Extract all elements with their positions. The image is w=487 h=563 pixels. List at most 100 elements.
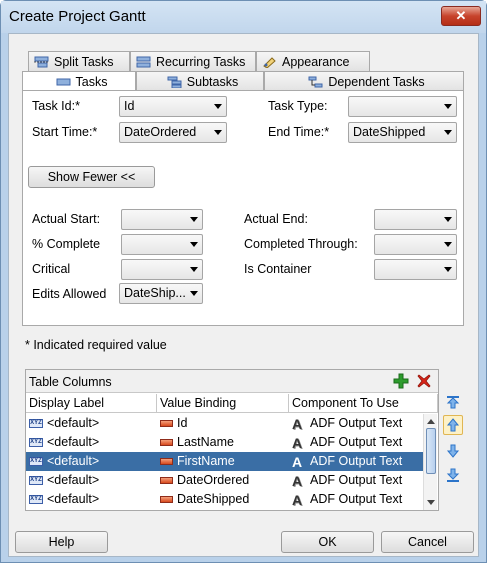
critical-combo[interactable] [121, 259, 203, 280]
table-row[interactable]: XYZ <default> FirstName A ADF Output Text [26, 452, 423, 471]
component-text: ADF Output Text [310, 416, 403, 430]
pct-complete-combo[interactable] [121, 234, 203, 255]
cancel-button[interactable]: Cancel [381, 531, 474, 553]
chevron-down-icon [444, 242, 452, 247]
text-field-icon: XYZ [29, 457, 43, 466]
task-id-combo[interactable]: Id [119, 96, 227, 117]
display-label-cell[interactable]: XYZ <default> [29, 414, 99, 433]
edits-allowed-combo[interactable]: DateShip... [119, 283, 203, 304]
tab-subtasks[interactable]: Subtasks [136, 71, 264, 91]
tab-dependent-tasks[interactable]: Dependent Tasks [264, 71, 464, 91]
move-bottom-icon[interactable] [445, 467, 461, 483]
column-header-display-label[interactable]: Display Label [26, 394, 157, 413]
scroll-down-icon[interactable] [427, 500, 435, 505]
chevron-down-icon [444, 104, 452, 109]
table-columns-panel: Table Columns Display Label Value Bindin… [25, 369, 439, 511]
is-container-combo[interactable] [374, 259, 457, 280]
value-binding-text: Id [177, 416, 188, 430]
text-field-icon: XYZ [29, 438, 43, 447]
column-header-value-binding[interactable]: Value Binding [157, 394, 289, 413]
display-label-cell[interactable]: XYZ <default> [29, 490, 99, 509]
scroll-up-icon[interactable] [427, 419, 435, 424]
dialog-client-area: Split Tasks Recurring Tasks Appearance T… [8, 33, 479, 557]
end-time-combo[interactable]: DateShipped [348, 122, 457, 143]
add-icon[interactable] [393, 373, 409, 389]
binding-icon [160, 458, 173, 465]
table-row[interactable]: XYZ <default> DateShipped A ADF Output Text [26, 490, 423, 509]
actual-start-combo[interactable] [121, 209, 203, 230]
tasks-icon [56, 78, 71, 85]
scrollbar-thumb[interactable] [426, 428, 436, 474]
text-field-icon: XYZ [29, 476, 43, 485]
move-up-button[interactable] [443, 415, 463, 435]
title-bar: Create Project Gantt ✕ [1, 1, 486, 33]
recurring-tasks-icon [136, 56, 151, 67]
ok-button[interactable]: OK [281, 531, 374, 553]
dependent-tasks-icon [308, 76, 323, 87]
tab-label: Split Tasks [54, 54, 114, 69]
binding-icon [160, 420, 173, 427]
component-text: ADF Output Text [310, 492, 403, 506]
table-row[interactable]: XYZ <default> DateOrdered A ADF Output Text [26, 471, 423, 490]
appearance-icon [263, 56, 276, 68]
text-field-icon: XYZ [29, 495, 43, 504]
display-label-cell[interactable]: XYZ <default> [29, 433, 99, 452]
component-cell[interactable]: A ADF Output Text [292, 452, 402, 471]
tab-label: Dependent Tasks [328, 74, 425, 89]
start-time-combo[interactable]: DateOrdered [119, 122, 227, 143]
component-cell[interactable]: A ADF Output Text [292, 471, 402, 490]
window-title: Create Project Gantt [9, 8, 146, 25]
tab-label: Recurring Tasks [156, 54, 246, 69]
binding-icon [160, 439, 173, 446]
end-time-label: End Time:* [268, 125, 330, 139]
component-cell[interactable]: A ADF Output Text [292, 414, 402, 433]
value-binding-text: DateShipped [177, 492, 250, 506]
tab-split-tasks[interactable]: Split Tasks [28, 51, 130, 71]
chevron-down-icon [444, 267, 452, 272]
tab-appearance[interactable]: Appearance [256, 51, 370, 71]
value-binding-cell[interactable]: DateShipped [160, 490, 249, 509]
chevron-down-icon [190, 267, 198, 272]
tab-label: Subtasks [186, 74, 239, 89]
value-binding-cell[interactable]: DateOrdered [160, 471, 249, 490]
display-label-text: <default> [47, 492, 100, 506]
display-label-text: <default> [47, 473, 100, 487]
chevron-down-icon [190, 291, 198, 296]
display-label-text: <default> [47, 435, 100, 449]
move-up-icon [446, 418, 460, 432]
tab-recurring-tasks[interactable]: Recurring Tasks [130, 51, 256, 71]
display-label-cell[interactable]: XYZ <default> [29, 471, 99, 490]
move-top-icon[interactable] [445, 394, 461, 410]
tab-tasks[interactable]: Tasks [22, 71, 136, 91]
column-header-component[interactable]: Component To Use [289, 394, 438, 413]
move-down-icon[interactable] [445, 443, 461, 459]
close-button[interactable]: ✕ [441, 6, 481, 26]
delete-icon[interactable] [416, 373, 432, 389]
task-id-value: Id [124, 99, 135, 113]
table-row[interactable]: XYZ <default> LastName A ADF Output Text [26, 433, 423, 452]
binding-icon [160, 477, 173, 484]
task-type-combo[interactable] [348, 96, 457, 117]
display-label-cell[interactable]: XYZ <default> [29, 452, 99, 471]
table-scrollbar[interactable] [423, 414, 437, 510]
display-label-text: <default> [47, 416, 100, 430]
help-button[interactable]: Help [15, 531, 108, 553]
value-binding-cell[interactable]: FirstName [160, 452, 235, 471]
value-binding-text: FirstName [177, 454, 235, 468]
chevron-down-icon [190, 242, 198, 247]
component-cell[interactable]: A ADF Output Text [292, 490, 402, 509]
value-binding-cell[interactable]: LastName [160, 433, 234, 452]
component-text: ADF Output Text [310, 454, 403, 468]
component-cell[interactable]: A ADF Output Text [292, 433, 402, 452]
table-row[interactable]: XYZ <default> Id A ADF Output Text [26, 414, 423, 433]
table-header-bar: Table Columns [26, 370, 438, 393]
pct-complete-label: % Complete [32, 237, 101, 251]
task-type-label: Task Type: [268, 99, 328, 113]
show-fewer-button[interactable]: Show Fewer << [28, 166, 155, 188]
actual-end-combo[interactable] [374, 209, 457, 230]
completed-through-combo[interactable] [374, 234, 457, 255]
value-binding-text: LastName [177, 435, 234, 449]
split-tasks-icon [34, 56, 49, 67]
text-field-icon: XYZ [29, 419, 43, 428]
value-binding-cell[interactable]: Id [160, 414, 187, 433]
